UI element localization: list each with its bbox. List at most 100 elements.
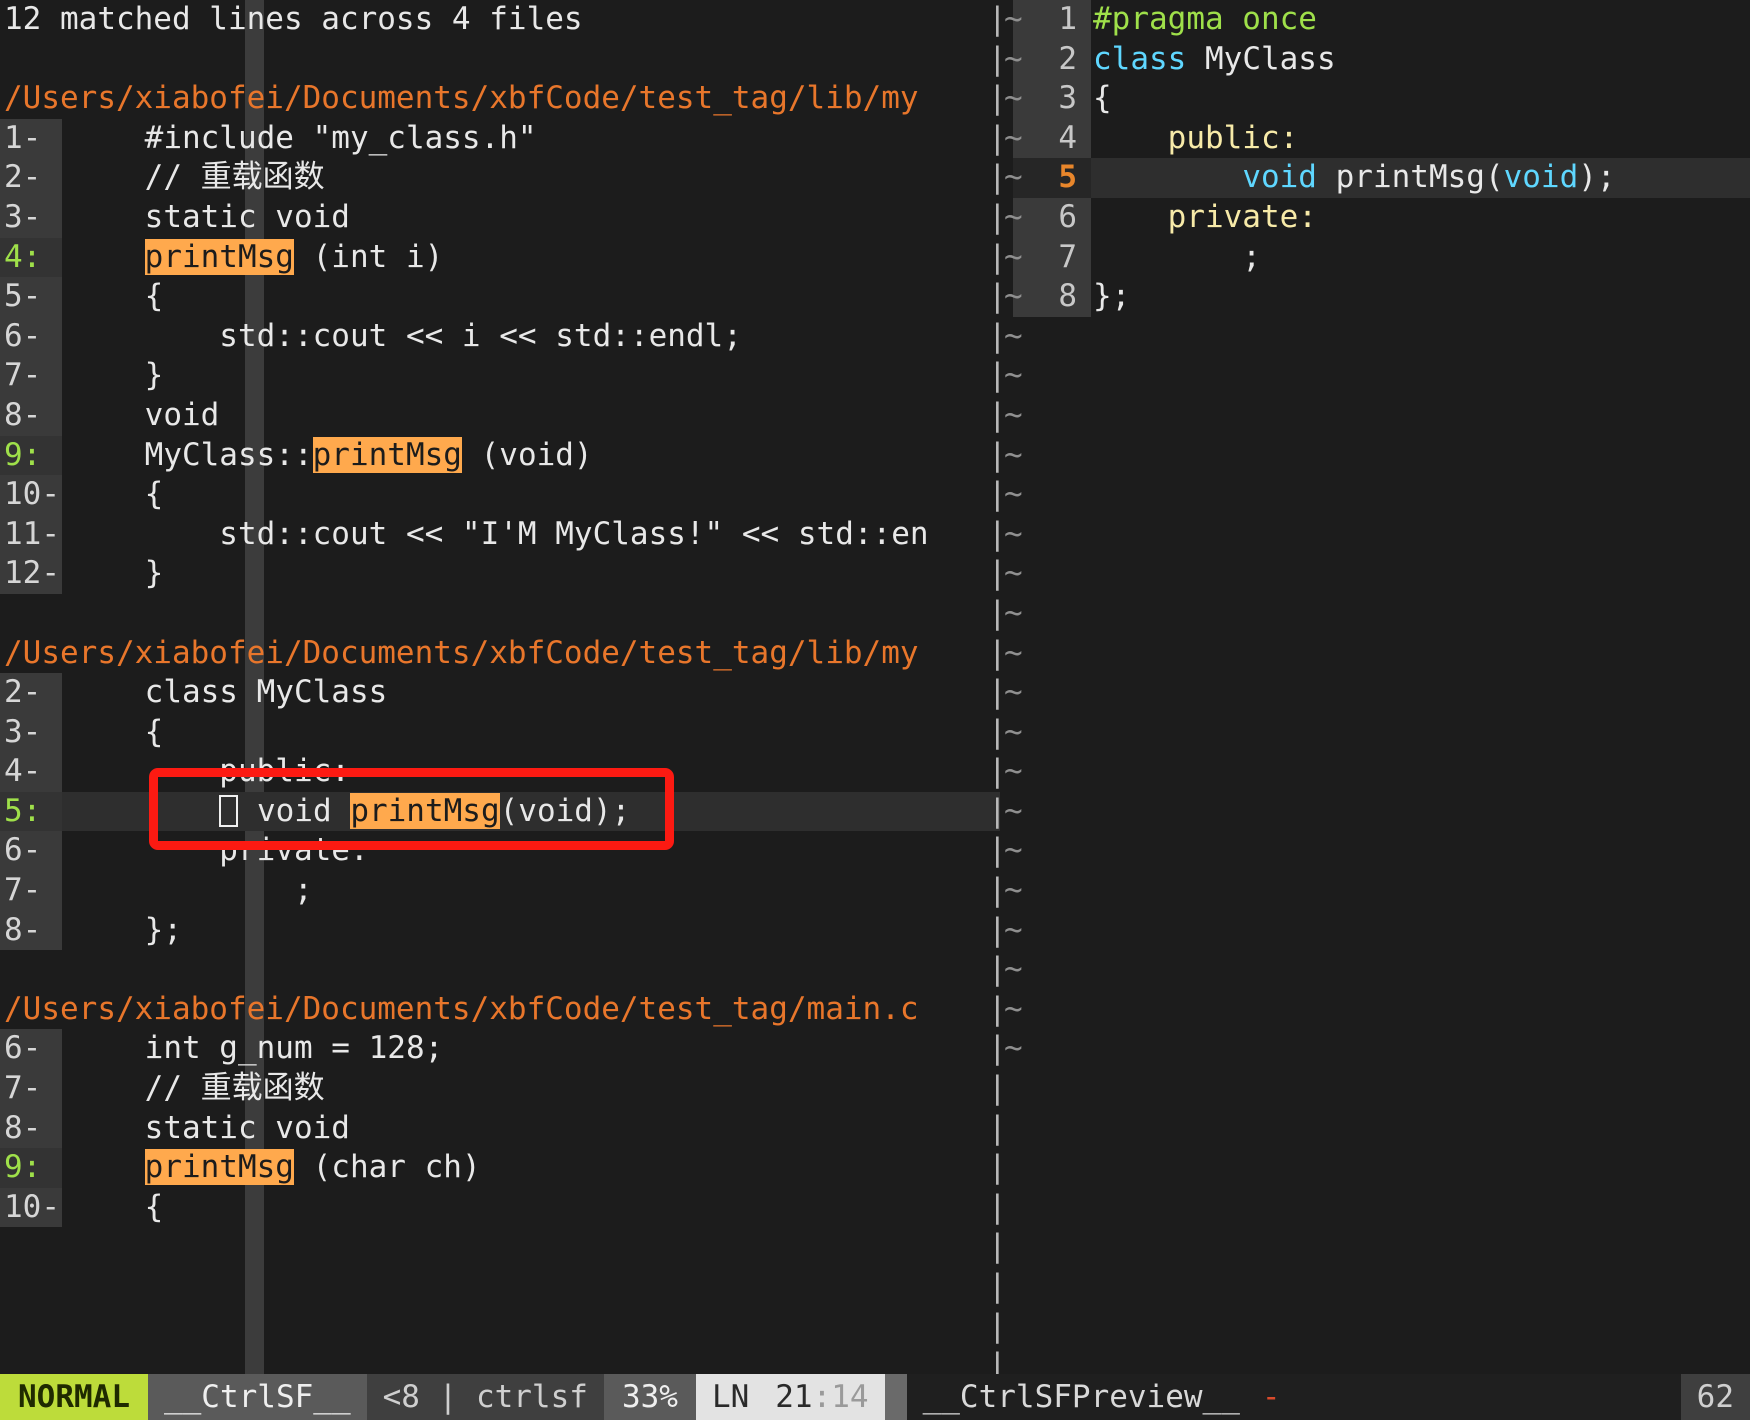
ctrlsf-line-text[interactable]: private:	[62, 831, 1000, 871]
code-text: static void	[70, 198, 350, 235]
ctrlsf-result-row[interactable]: 3- static void	[0, 197, 1000, 238]
separator-glyph: |	[988, 40, 1007, 77]
ctrlsf-result-row[interactable]: 12- }	[0, 554, 1000, 594]
ctrlsf-line-text[interactable]: {	[62, 1188, 1000, 1228]
ctrlsf-line-text[interactable]: {	[62, 475, 1000, 515]
ctrlsf-line-text[interactable]: #include "my_class.h"	[62, 119, 1000, 159]
ctrlsf-line-text[interactable]: MyClass::printMsg (void)	[62, 436, 1000, 476]
ctrlsf-file-path-row[interactable]: /Users/xiabofei/Documents/xbfCode/test_t…	[0, 990, 1000, 1030]
separator-glyph: |	[988, 555, 1007, 592]
ctrlsf-line-text[interactable]: // 重载函数	[62, 1069, 1000, 1109]
preview-row[interactable]: 4 public:	[1013, 118, 1750, 159]
ctrlsf-result-row[interactable]: 3- {	[0, 712, 1000, 753]
ctrlsf-line-text[interactable]: {	[62, 277, 1000, 317]
ctrlsf-result-row[interactable]: 1- #include "my_class.h"	[0, 118, 1000, 159]
code-token: void	[1242, 159, 1317, 196]
ctrlsf-result-row[interactable]: 7- }	[0, 356, 1000, 396]
ctrlsf-file-path-row[interactable]: /Users/xiabofei/Documents/xbfCode/test_t…	[0, 79, 1000, 119]
preview-row[interactable]: 5 void printMsg(void);	[1013, 158, 1750, 198]
ctrlsf-line-text[interactable]: static void	[62, 198, 1000, 238]
separator-glyph: |	[988, 990, 1007, 1027]
tilde-glyph: ~	[1004, 872, 1023, 909]
ctrlsf-result-row[interactable]: 4: printMsg (int i)	[0, 237, 1000, 278]
ctrlsf-preview-pane[interactable]: 1 #pragma once 2 class MyClass 3{4 public: 5 …	[1013, 0, 1750, 1374]
ctrlsf-line-text[interactable]: // 重载函数	[62, 158, 1000, 198]
tilde-glyph: ~	[1004, 119, 1023, 156]
ctrlsf-line-number: 7-	[0, 356, 62, 396]
ctrlsf-result-row[interactable]: 9: printMsg (char ch)	[0, 1148, 1000, 1188]
ctrlsf-result-row[interactable]: 5: void printMsg(void);	[0, 791, 1000, 832]
ctrlsf-result-row[interactable]: 8- void	[0, 395, 1000, 436]
ctrlsf-result-row[interactable]: 10- {	[0, 475, 1000, 515]
tilde-glyph: ~	[1004, 40, 1023, 77]
ctrlsf-result-row[interactable]: 10- {	[0, 1187, 1000, 1228]
ctrlsf-result-row[interactable]: 6- std::cout << i << std::endl;	[0, 316, 1000, 357]
ctrlsf-line-text[interactable]: std::cout << i << std::endl;	[62, 317, 1000, 357]
status-buffer-name[interactable]: __CtrlSF__	[147, 1374, 367, 1420]
code-text: class MyClass	[70, 674, 388, 711]
tilde-glyph: ~	[1004, 911, 1023, 948]
ctrlsf-summary-text: 12 matched lines across 4 files	[4, 1, 583, 37]
ctrlsf-result-row[interactable]: 6- int g_num = 128;	[0, 1029, 1000, 1070]
ctrlsf-line-text[interactable]: void	[62, 396, 1000, 436]
preview-row[interactable]: 3{	[1013, 79, 1750, 119]
code-text: void	[70, 396, 220, 433]
ctrlsf-line-number: 2-	[0, 673, 62, 713]
ctrlsf-file-path[interactable]: /Users/xiabofei/Documents/xbfCode/test_t…	[0, 990, 919, 1030]
ctrlsf-result-row[interactable]: 7- // 重载函数	[0, 1069, 1000, 1109]
preview-row[interactable]: 7 ;	[1013, 237, 1750, 278]
ctrlsf-line-number: 5:	[0, 791, 62, 832]
ctrlsf-line-text[interactable]: static void	[62, 1109, 1000, 1149]
ctrlsf-line-text[interactable]: void printMsg(void);	[62, 792, 1000, 832]
ctrlsf-line-text[interactable]: }	[62, 356, 1000, 396]
status-preview-name[interactable]: __CtrlSFPreview__	[923, 1374, 1240, 1420]
ctrlsf-result-row[interactable]: 5- {	[0, 277, 1000, 317]
ctrlsf-line-text[interactable]: {	[62, 713, 1000, 753]
code-text: };	[70, 911, 182, 948]
ctrlsf-file-path[interactable]: /Users/xiabofei/Documents/xbfCode/test_t…	[0, 634, 919, 674]
ctrlsf-line-text[interactable]: };	[62, 911, 1000, 951]
code-token: ;	[1093, 238, 1261, 275]
ctrlsf-line-text[interactable]: std::cout << "I'M MyClass!" << std::en	[62, 515, 1000, 555]
ctrlsf-line-text[interactable]: int g_num = 128;	[62, 1029, 1000, 1069]
ctrlsf-line-text[interactable]: printMsg (int i)	[62, 238, 1000, 278]
tilde-glyph: ~	[1004, 1030, 1023, 1067]
preview-row[interactable]: 6 private:	[1013, 197, 1750, 238]
search-match-highlight: printMsg	[144, 1149, 294, 1186]
ctrlsf-result-row[interactable]: 8- static void	[0, 1108, 1000, 1149]
code-token: void	[1503, 159, 1579, 196]
preview-row[interactable]: 8};	[1013, 277, 1750, 317]
ctrlsf-file-path-row[interactable]: /Users/xiabofei/Documents/xbfCode/test_t…	[0, 634, 1000, 674]
code-text: int g_num = 128;	[70, 1030, 444, 1067]
ctrlsf-result-row[interactable]: 4- public:	[0, 752, 1000, 792]
ctrlsf-line-text[interactable]: class MyClass	[62, 673, 1000, 713]
ctrlsf-file-path[interactable]: /Users/xiabofei/Documents/xbfCode/test_t…	[0, 79, 919, 119]
ctrlsf-line-text[interactable]: printMsg (char ch)	[62, 1148, 1000, 1188]
tilde-glyph: ~	[1004, 555, 1023, 592]
preview-row[interactable]: 2 class MyClass	[1013, 39, 1750, 80]
ctrlsf-result-row[interactable]: 8- };	[0, 910, 1000, 951]
ctrlsf-result-row[interactable]: 2- // 重载函数	[0, 158, 1000, 198]
cursor-gap	[238, 793, 257, 829]
ctrlsf-result-row[interactable]: 7- ;	[0, 871, 1000, 911]
tilde-glyph: ~	[1004, 515, 1023, 552]
preview-row[interactable]: 1 #pragma once	[1013, 0, 1750, 40]
code-text: }	[70, 555, 164, 592]
ctrlsf-result-row[interactable]: 11- std::cout << "I'M MyClass!" << std::…	[0, 514, 1000, 555]
ctrlsf-line-text[interactable]: }	[62, 554, 1000, 594]
separator-glyph: |	[988, 1109, 1007, 1146]
ctrlsf-results-pane[interactable]: 12 matched lines across 4 files /Users/x…	[0, 0, 1000, 1374]
ctrlsf-result-row[interactable]: 6- private:	[0, 831, 1000, 872]
separator-glyph: |	[988, 1268, 1007, 1304]
ctrlsf-line-text[interactable]: public:	[62, 752, 1000, 792]
ctrlsf-line-number: 5-	[0, 277, 62, 317]
ctrlsf-result-row[interactable]: 2- class MyClass	[0, 673, 1000, 713]
ctrlsf-line-number: 4-	[0, 752, 62, 792]
separator-glyph: |	[988, 792, 1007, 829]
ctrlsf-line-number: 9:	[0, 435, 62, 476]
ctrlsf-line-text[interactable]: ;	[62, 871, 1000, 911]
ctrlsf-result-row[interactable]: 9: MyClass::printMsg (void)	[0, 435, 1000, 476]
